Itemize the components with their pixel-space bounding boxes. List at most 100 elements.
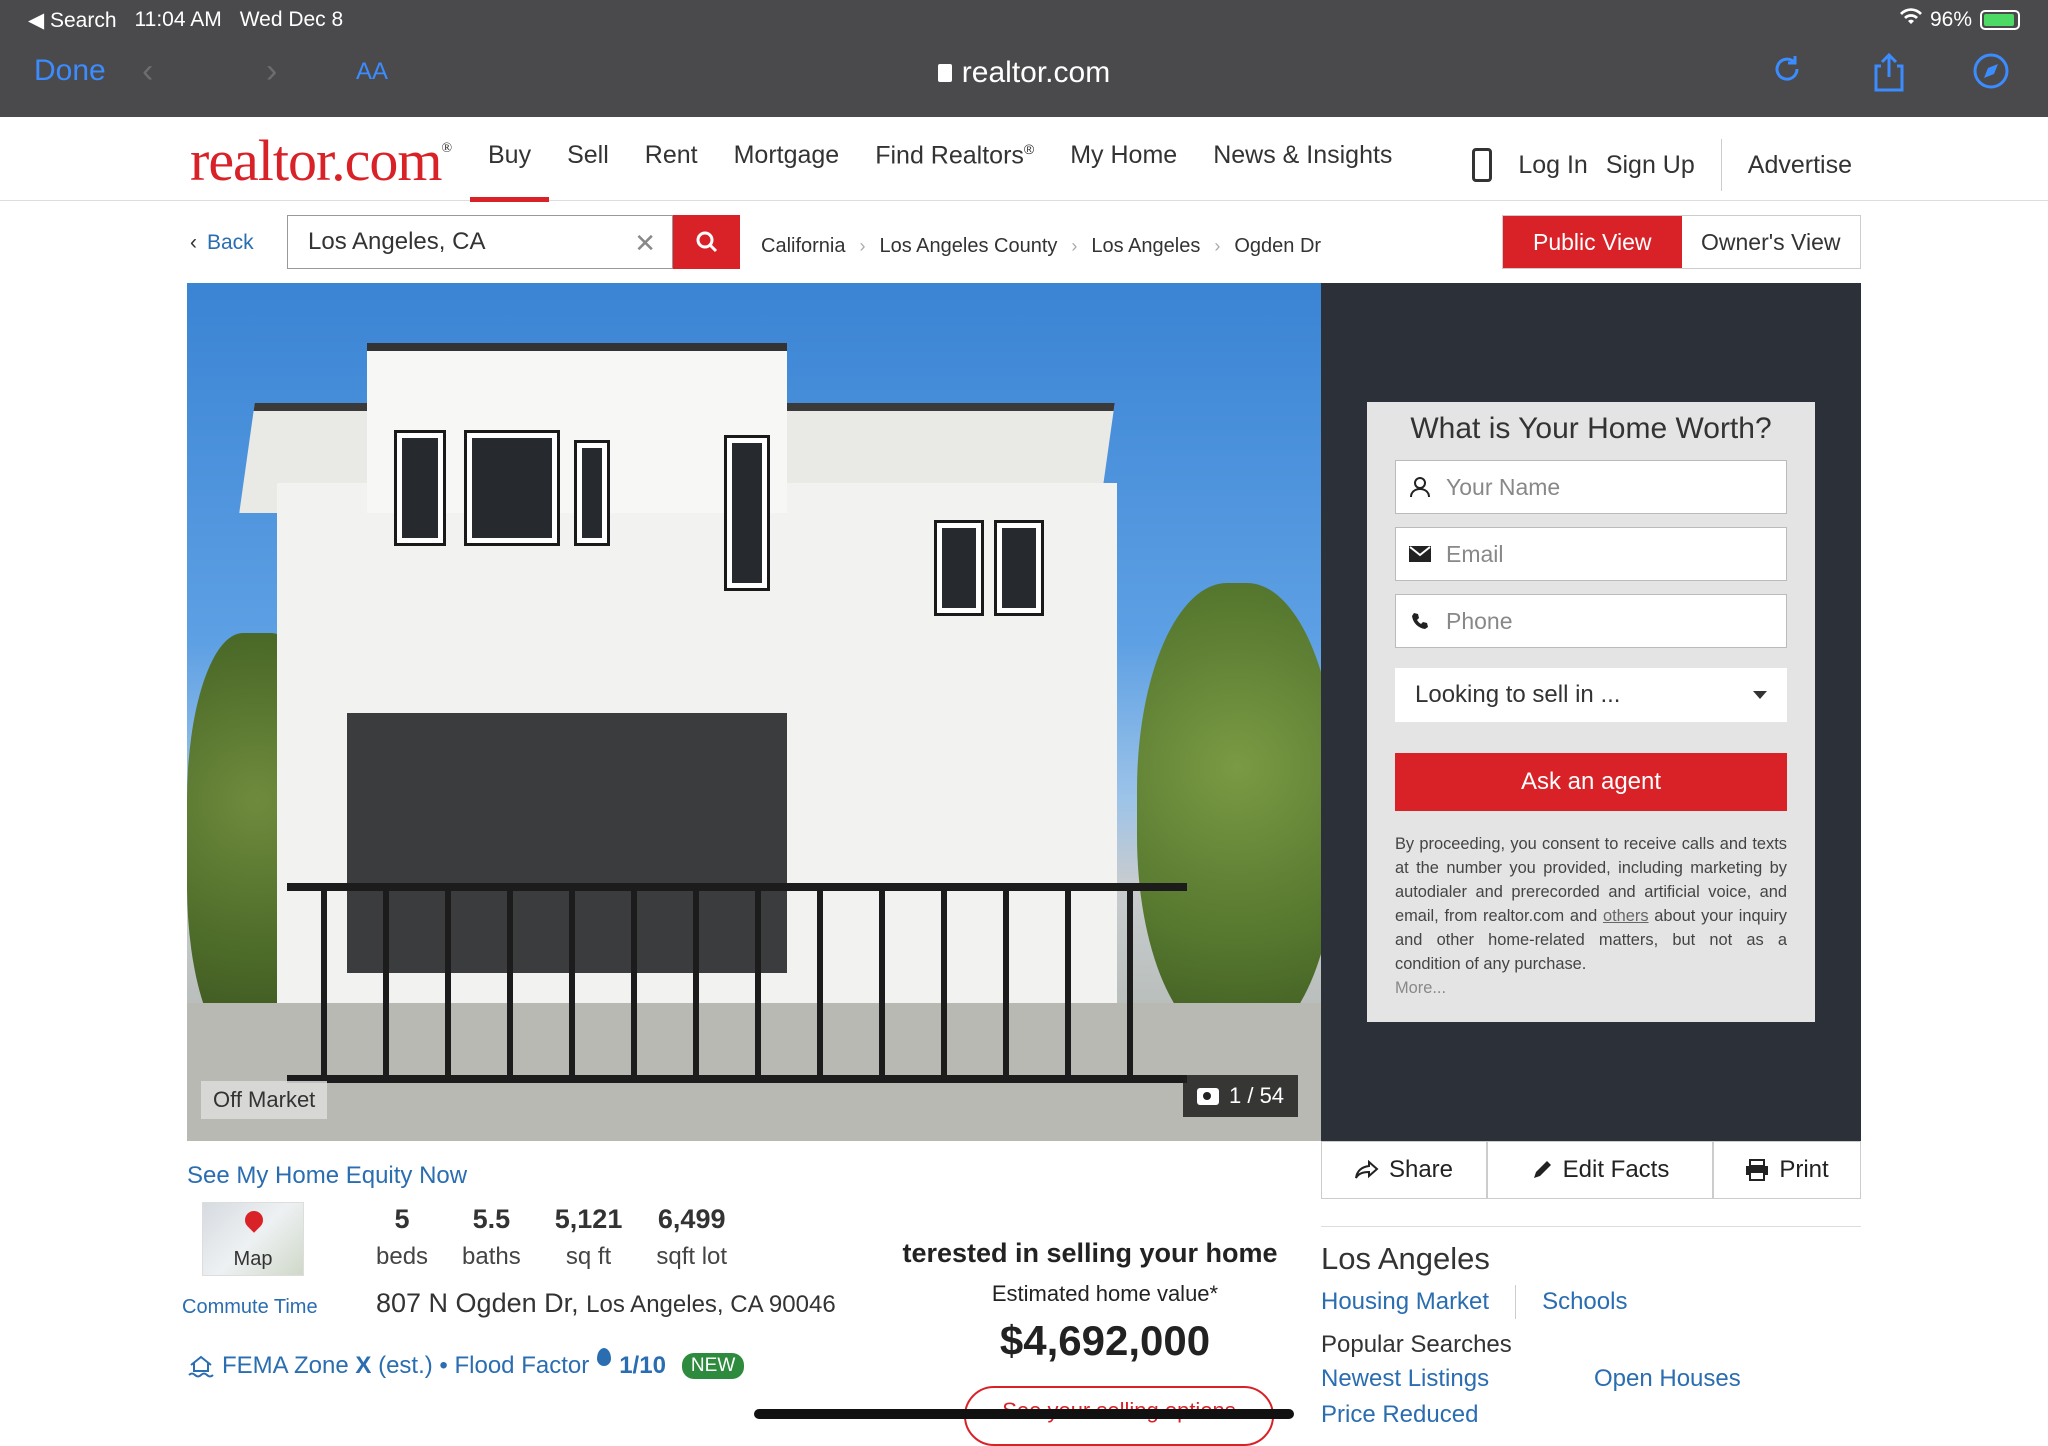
advertise-link[interactable]: Advertise: [1748, 151, 1852, 180]
fema-est: (est.) • Flood Factor: [378, 1352, 590, 1379]
nav-buy[interactable]: Buy: [470, 141, 550, 202]
search-button[interactable]: [673, 215, 740, 269]
status-bar: ◀ Search 11:04 AM Wed Dec 8 96%: [28, 8, 2020, 34]
stat-beds: 5 beds: [376, 1204, 428, 1271]
street-address: 807 N Ogden Dr,: [376, 1288, 579, 1318]
phone-field: [1395, 594, 1787, 648]
owners-view-tab[interactable]: Owner's View: [1682, 216, 1861, 268]
envelope-icon: [1408, 542, 1432, 566]
fema-zone: X: [355, 1352, 372, 1379]
breadcrumb: California › Los Angeles County › Los An…: [761, 235, 1321, 258]
sign-up-link[interactable]: Sign Up: [1606, 151, 1695, 180]
phone-icon: [1408, 609, 1432, 633]
safari-chrome: ◀ Search 11:04 AM Wed Dec 8 96% Done ‹ ›…: [0, 0, 2048, 117]
share-button[interactable]: Share: [1321, 1141, 1487, 1199]
window: [574, 440, 610, 546]
price-reduced-link[interactable]: Price Reduced: [1321, 1401, 1594, 1429]
flood-score[interactable]: 1/10: [619, 1352, 666, 1380]
print-button[interactable]: Print: [1713, 1141, 1861, 1199]
pencil-icon: [1533, 1161, 1551, 1178]
log-in-link[interactable]: Log In: [1518, 151, 1588, 180]
status-date: Wed Dec 8: [239, 8, 344, 31]
share-sheet-icon[interactable]: [1872, 52, 1906, 101]
ask-agent-button[interactable]: Ask an agent: [1395, 753, 1787, 811]
print-label: Print: [1779, 1156, 1829, 1183]
main-nav: Buy Sell Rent Mortgage Find Realtors® My…: [470, 141, 1410, 202]
reload-icon[interactable]: [1770, 52, 1804, 95]
home-indicator[interactable]: [754, 1409, 1294, 1419]
search-input[interactable]: [308, 228, 608, 256]
others-link[interactable]: others: [1603, 907, 1649, 925]
url-text: realtor.com: [961, 56, 1111, 89]
stat-lot: 6,499 sqft lot: [656, 1204, 727, 1271]
gate-fence: [287, 883, 1187, 1083]
header-divider: [1720, 139, 1722, 191]
share-arrow-icon: [1354, 1160, 1379, 1179]
public-view-tab[interactable]: Public View: [1503, 216, 1682, 268]
breadcrumb-county[interactable]: Los Angeles County: [879, 235, 1057, 258]
photo-count-text: 1 / 54: [1229, 1083, 1285, 1108]
stat-value: 5: [394, 1204, 410, 1234]
back-link[interactable]: ‹ Back: [190, 231, 254, 255]
clear-icon[interactable]: ✕: [634, 228, 656, 259]
stat-value: 6,499: [657, 1204, 726, 1234]
nav-sell[interactable]: Sell: [549, 141, 627, 201]
form-title: What is Your Home Worth?: [1410, 412, 1772, 445]
email-field: [1395, 527, 1787, 581]
realtor-logo[interactable]: realtor.com®: [190, 127, 452, 194]
compass-icon[interactable]: [1972, 52, 2010, 99]
nav-find-realtors[interactable]: Find Realtors®: [857, 141, 1052, 201]
chevron-right-icon: ›: [1071, 236, 1078, 256]
home-equity-link[interactable]: See My Home Equity Now: [187, 1162, 467, 1190]
stat-value: 5.5: [472, 1204, 511, 1234]
email-input[interactable]: [1446, 540, 1766, 568]
wifi-icon: [1899, 8, 1922, 32]
action-buttons: Share Edit Facts Print: [1321, 1141, 1861, 1199]
breadcrumb-state[interactable]: California: [761, 235, 845, 258]
nav-rent[interactable]: Rent: [627, 141, 716, 201]
nav-my-home[interactable]: My Home: [1052, 141, 1195, 201]
lock-icon: [937, 64, 952, 82]
commute-time-link[interactable]: Commute Time: [182, 1296, 318, 1319]
user-icon: [1408, 475, 1432, 499]
mobile-app-icon[interactable]: [1472, 148, 1493, 182]
estimate-label: Estimated home value*: [991, 1281, 1219, 1306]
more-link[interactable]: More...: [1395, 976, 1787, 1000]
caret-down-icon: [1753, 691, 1767, 699]
sell-timeframe-select[interactable]: Looking to sell in ...: [1395, 668, 1787, 722]
breadcrumb-street[interactable]: Ogden Dr: [1234, 235, 1321, 258]
fema-label: FEMA Zone: [222, 1352, 349, 1379]
popular-searches-title: Popular Searches: [1321, 1331, 1512, 1358]
nav-mortgage[interactable]: Mortgage: [716, 141, 858, 201]
address-bar[interactable]: realtor.com: [0, 56, 2048, 90]
back-to-app[interactable]: ◀ Search: [28, 8, 117, 33]
edit-label: Edit Facts: [1562, 1156, 1670, 1183]
map-thumbnail[interactable]: Map: [202, 1202, 304, 1276]
fema-zone-link[interactable]: FEMA Zone X (est.) • Flood Factor: [222, 1352, 589, 1380]
property-address: 807 N Ogden Dr, Los Angeles, CA 90046: [376, 1288, 836, 1319]
breadcrumb-city[interactable]: Los Angeles: [1091, 235, 1200, 258]
nav-news-insights[interactable]: News & Insights: [1195, 141, 1410, 201]
name-input[interactable]: [1446, 473, 1766, 501]
site-header: realtor.com® Buy Sell Rent Mortgage Find…: [0, 117, 2048, 202]
location-city: Los Angeles: [1321, 1241, 1490, 1276]
consent-text: By proceeding, you consent to receive ca…: [1395, 832, 1787, 1000]
phone-input[interactable]: [1446, 607, 1766, 635]
status-time: 11:04 AM: [134, 8, 222, 31]
open-houses-link[interactable]: Open Houses: [1594, 1365, 1854, 1393]
edit-facts-button[interactable]: Edit Facts: [1487, 1141, 1713, 1199]
property-stats: 5 beds 5.5 baths 5,121 sq ft 6,499 sqft lot: [376, 1204, 727, 1271]
housing-market-link[interactable]: Housing Market: [1321, 1288, 1489, 1316]
chevron-left-icon: ‹: [190, 231, 197, 254]
schools-link[interactable]: Schools: [1542, 1288, 1627, 1316]
window: [994, 520, 1044, 616]
home-worth-form: What is Your Home Worth? Looking to sell…: [1367, 402, 1815, 1022]
stat-label: sqft lot: [656, 1243, 728, 1270]
name-field: [1395, 460, 1787, 514]
newest-listings-link[interactable]: Newest Listings: [1321, 1365, 1594, 1393]
photo-counter[interactable]: 1 / 54: [1183, 1075, 1299, 1117]
estimate-value: $4,692,000: [999, 1317, 1211, 1364]
chevron-right-icon: ›: [859, 236, 866, 256]
window: [724, 435, 770, 591]
property-photo[interactable]: Off Market 1 / 54: [187, 283, 1321, 1141]
